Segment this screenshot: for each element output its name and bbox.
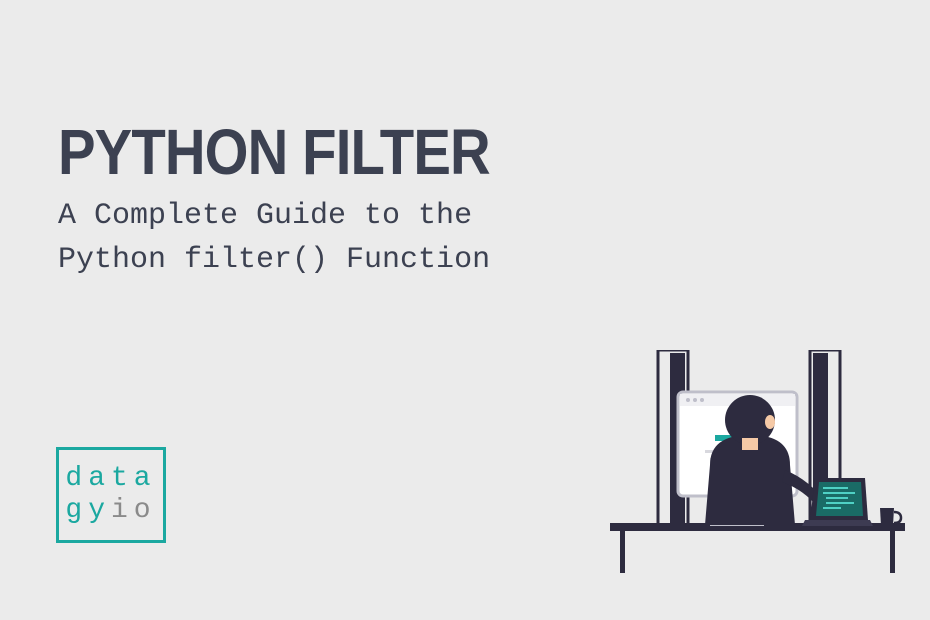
logo-text-io: io	[111, 495, 157, 526]
logo-line-1: data	[65, 463, 156, 495]
laptop-base	[802, 520, 873, 526]
laptop-code-5	[823, 507, 841, 509]
laptop-code-2	[823, 492, 855, 494]
logo-text-data: data	[65, 463, 156, 494]
window-dot-3	[700, 398, 704, 402]
window-dot-2	[693, 398, 697, 402]
page-subtitle: A Complete Guide to the Python filter() …	[58, 195, 490, 282]
person-ear	[765, 415, 775, 429]
subtitle-line-2: Python filter() Function	[58, 243, 490, 277]
datagy-logo: data gyio	[56, 447, 166, 543]
desk-leg-left	[620, 531, 625, 573]
subtitle-line-1: A Complete Guide to the	[58, 199, 472, 233]
mug-body	[880, 508, 894, 526]
logo-line-2: gyio	[65, 495, 156, 527]
person-neck	[742, 438, 758, 450]
laptop-code-4	[826, 502, 854, 504]
desk-leg-right	[890, 531, 895, 573]
logo-text-gy: gy	[65, 495, 111, 526]
laptop-code-1	[823, 487, 848, 489]
laptop-code-3	[826, 497, 848, 499]
window-dot-1	[686, 398, 690, 402]
mug-handle	[894, 512, 901, 523]
developer-illustration	[610, 350, 905, 575]
page-title: PYTHON FILTER	[58, 115, 490, 189]
